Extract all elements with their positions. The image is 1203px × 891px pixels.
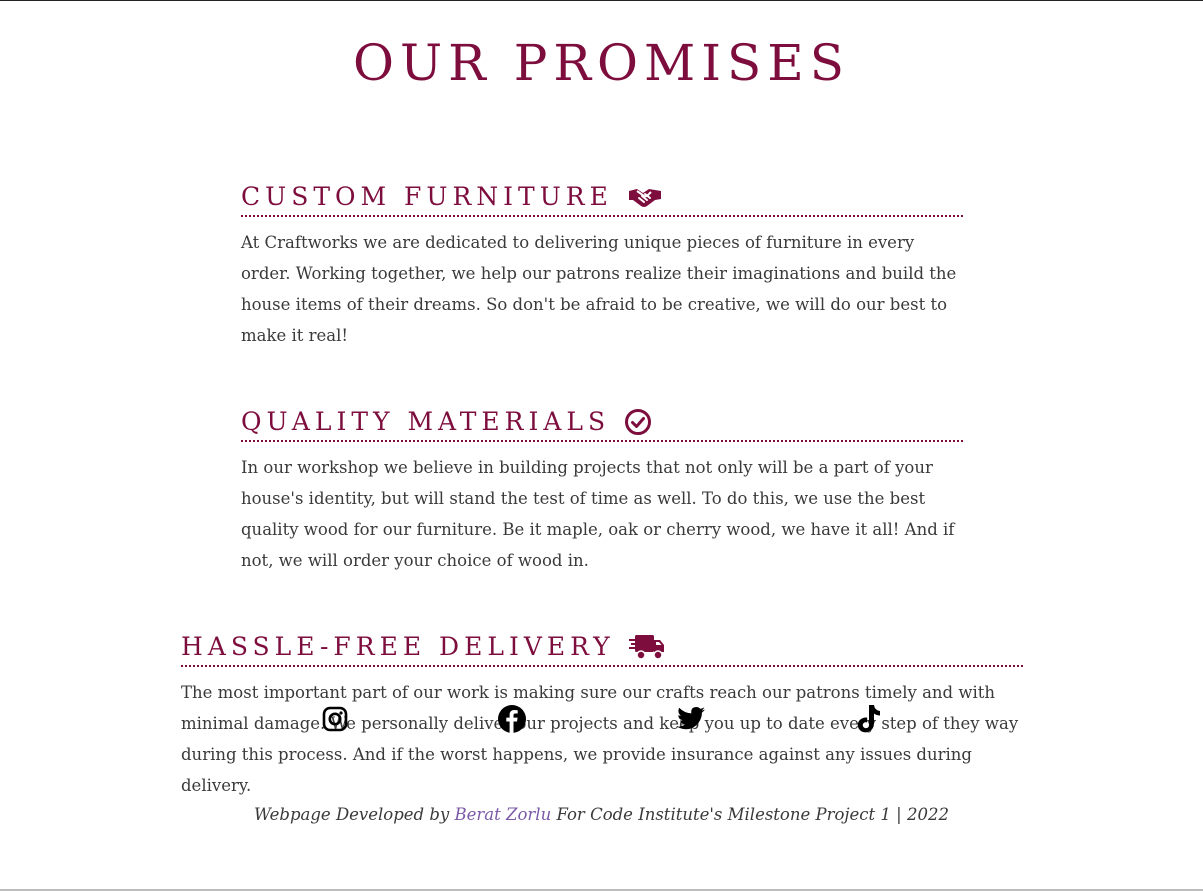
instagram-icon[interactable] [320, 704, 350, 734]
section-custom-furniture: CUSTOM FURNITURE At Craftworks we are de… [241, 182, 963, 351]
section-heading: QUALITY MATERIALS [241, 407, 963, 442]
section-heading-text: QUALITY MATERIALS [241, 407, 611, 436]
section-heading-text: HASSLE-FREE DELIVERY [181, 632, 615, 661]
section-text: At Craftworks we are dedicated to delive… [241, 233, 957, 345]
section-text: The most important part of our work is m… [181, 683, 1019, 795]
section-heading-text: CUSTOM FURNITURE [241, 182, 613, 211]
facebook-icon[interactable] [497, 704, 527, 734]
section-text: In our workshop we believe in building p… [241, 458, 955, 570]
twitter-icon[interactable] [676, 704, 706, 734]
delivery-truck-icon [628, 633, 665, 661]
section-quality-materials: QUALITY MATERIALS In our workshop we bel… [241, 407, 963, 576]
footer-suffix: For Code Institute's Milestone Project 1… [556, 805, 949, 824]
check-circle-icon [624, 408, 652, 436]
page-title: OUR PROMISES [353, 34, 850, 92]
footer: Webpage Developed by Berat Zorlu For Cod… [0, 805, 1203, 824]
handshake-icon [627, 185, 663, 209]
footer-prefix: Webpage Developed by [254, 805, 450, 824]
author-link[interactable]: Berat Zorlu [455, 805, 552, 824]
section-hassle-free-delivery: HASSLE-FREE DELIVERY The most important … [181, 632, 1023, 801]
tiktok-icon[interactable] [854, 704, 884, 734]
section-heading: CUSTOM FURNITURE [241, 182, 963, 217]
top-border [0, 0, 1203, 1]
section-heading: HASSLE-FREE DELIVERY [181, 632, 1023, 667]
